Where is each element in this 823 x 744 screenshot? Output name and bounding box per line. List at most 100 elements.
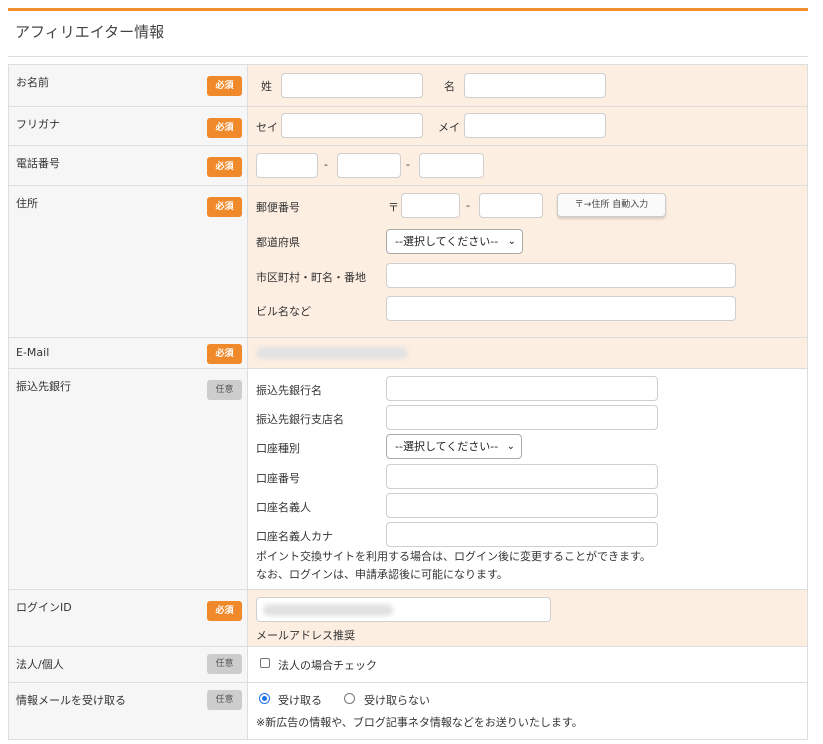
mei-kana-label: メイ [438, 121, 460, 134]
prefecture-select[interactable]: --選択してください-- ⌄ [386, 229, 523, 254]
address-field-cell: 郵便番号 〒 - 〒→住所 自動入力 都道府県 --選択してください-- ⌄ 市… [248, 186, 807, 337]
newsletter-note: ※新広告の情報や、ブログ記事ネタ情報などをお送りいたします。 [256, 716, 583, 729]
redacted-email-value [256, 347, 408, 359]
first-name-input[interactable] [464, 73, 606, 98]
newsletter-field-cell: 受け取る 受け取らない ※新広告の情報や、ブログ記事ネタ情報などをお送りいたしま… [248, 683, 807, 739]
postal-code-part2-input[interactable] [479, 193, 543, 218]
corporate-label: 法人/個人 [16, 658, 64, 671]
postal-autofill-button[interactable]: 〒→住所 自動入力 [557, 193, 666, 217]
row-name: お名前 必須 姓 名 [9, 65, 807, 106]
bank-field-cell: 振込先銀行名 振込先銀行支店名 口座種別 --選択してください-- ⌄ 口座番号… [248, 369, 807, 589]
phone-part3-input[interactable] [419, 153, 484, 178]
row-label-cell: 住所 必須 [9, 186, 248, 337]
required-badge: 必須 [207, 118, 242, 138]
chevron-down-icon: ⌄ [507, 236, 516, 247]
optional-badge: 任意 [207, 690, 242, 710]
phone-label: 電話番号 [16, 157, 60, 170]
bank-note-line1: ポイント交換サイトを利用する場合は、ログイン後に変更することができます。 [256, 550, 651, 563]
account-holder-input[interactable] [386, 493, 658, 518]
page-title: アフィリエイター情報 [15, 23, 165, 41]
newsletter-label: 情報メールを受け取る [16, 694, 126, 707]
postal-separator: - [466, 199, 470, 212]
phone-field-cell: - - [248, 146, 807, 185]
bank-label: 振込先銀行 [16, 380, 71, 393]
row-kana: フリガナ 必須 セイ メイ [9, 106, 807, 145]
account-holder-label: 口座名義人 [256, 501, 311, 514]
phone-part2-input[interactable] [337, 153, 401, 178]
email-field-cell [248, 338, 807, 368]
address-label: 住所 [16, 197, 38, 210]
bank-name-input[interactable] [386, 376, 658, 401]
name-field-cell: 姓 名 [248, 65, 807, 106]
last-name-input[interactable] [281, 73, 423, 98]
branch-name-input[interactable] [386, 405, 658, 430]
postal-code-part1-input[interactable] [401, 193, 460, 218]
row-label-cell: 法人/個人 任意 [9, 647, 248, 682]
row-label-cell: ログインID 必須 [9, 590, 248, 646]
row-label-cell: フリガナ 必須 [9, 107, 248, 145]
login-id-label: ログインID [16, 601, 72, 614]
row-label-cell: 情報メールを受け取る 任意 [9, 683, 248, 739]
newsletter-no-radio[interactable] [344, 693, 355, 704]
required-badge: 必須 [207, 76, 242, 96]
phone-separator: - [324, 158, 328, 171]
affiliate-form: お名前 必須 姓 名 フリガナ 必須 セイ メイ 電話番号 必須 - - 住所 … [8, 64, 808, 740]
header-accent-line [8, 8, 808, 11]
account-holder-kana-input[interactable] [386, 522, 658, 547]
postal-mark: 〒 [388, 201, 399, 214]
divider [8, 56, 808, 57]
building-label: ビル名など [256, 305, 311, 318]
prefecture-label: 都道府県 [256, 236, 300, 249]
optional-badge: 任意 [207, 654, 242, 674]
bank-note-line2: なお、ログインは、申請承認後に可能になります。 [256, 568, 508, 581]
required-badge: 必須 [207, 197, 242, 217]
account-type-select-value: --選択してください-- [395, 440, 499, 453]
login-id-hint: メールアドレス推奨 [256, 629, 355, 642]
row-email: E-Mail 必須 [9, 337, 807, 368]
newsletter-yes-label[interactable]: 受け取る [278, 692, 322, 708]
name-label: お名前 [16, 76, 49, 89]
corporate-checkbox[interactable] [260, 658, 270, 668]
phone-separator: - [406, 158, 410, 171]
required-badge: 必須 [207, 601, 242, 621]
kana-field-cell: セイ メイ [248, 107, 807, 145]
prefecture-select-value: --選択してください-- [395, 235, 499, 248]
bank-name-label: 振込先銀行名 [256, 384, 322, 397]
login-id-field-cell: メールアドレス推奨 [248, 590, 807, 646]
postal-code-label: 郵便番号 [256, 201, 300, 214]
phone-part1-input[interactable] [256, 153, 318, 178]
newsletter-no-label[interactable]: 受け取らない [364, 692, 430, 708]
row-label-cell: E-Mail 必須 [9, 338, 248, 368]
row-label-cell: 振込先銀行 任意 [9, 369, 248, 589]
account-number-label: 口座番号 [256, 472, 300, 485]
row-corporate: 法人/個人 任意 法人の場合チェック [9, 646, 807, 682]
corporate-checkbox-label[interactable]: 法人の場合チェック [278, 657, 377, 673]
corporate-field-cell: 法人の場合チェック [248, 647, 807, 682]
row-label-cell: 電話番号 必須 [9, 146, 248, 185]
login-id-input[interactable] [256, 597, 551, 622]
last-name-kana-input[interactable] [281, 113, 423, 138]
row-newsletter: 情報メールを受け取る 任意 受け取る 受け取らない ※新広告の情報や、ブログ記事… [9, 682, 807, 739]
kana-label: フリガナ [16, 118, 60, 131]
row-address: 住所 必須 郵便番号 〒 - 〒→住所 自動入力 都道府県 --選択してください… [9, 185, 807, 337]
row-bank: 振込先銀行 任意 振込先銀行名 振込先銀行支店名 口座種別 --選択してください… [9, 368, 807, 589]
newsletter-yes-radio[interactable] [259, 693, 270, 704]
branch-name-label: 振込先銀行支店名 [256, 413, 344, 426]
city-label: 市区町村・町名・番地 [256, 271, 366, 284]
email-label: E-Mail [16, 346, 50, 359]
account-type-select[interactable]: --選択してください-- ⌄ [386, 434, 522, 459]
required-badge: 必須 [207, 157, 242, 177]
sei-kana-label: セイ [256, 121, 278, 134]
first-name-kana-input[interactable] [464, 113, 606, 138]
city-input[interactable] [386, 263, 736, 288]
redacted-login-value [263, 604, 393, 616]
chevron-down-icon: ⌄ [506, 441, 515, 452]
building-input[interactable] [386, 296, 736, 321]
row-login-id: ログインID 必須 メールアドレス推奨 [9, 589, 807, 646]
row-phone: 電話番号 必須 - - [9, 145, 807, 185]
required-badge: 必須 [207, 344, 242, 364]
sei-label: 姓 [261, 80, 272, 93]
optional-badge: 任意 [207, 380, 242, 400]
row-label-cell: お名前 必須 [9, 65, 248, 106]
account-number-input[interactable] [386, 464, 658, 489]
